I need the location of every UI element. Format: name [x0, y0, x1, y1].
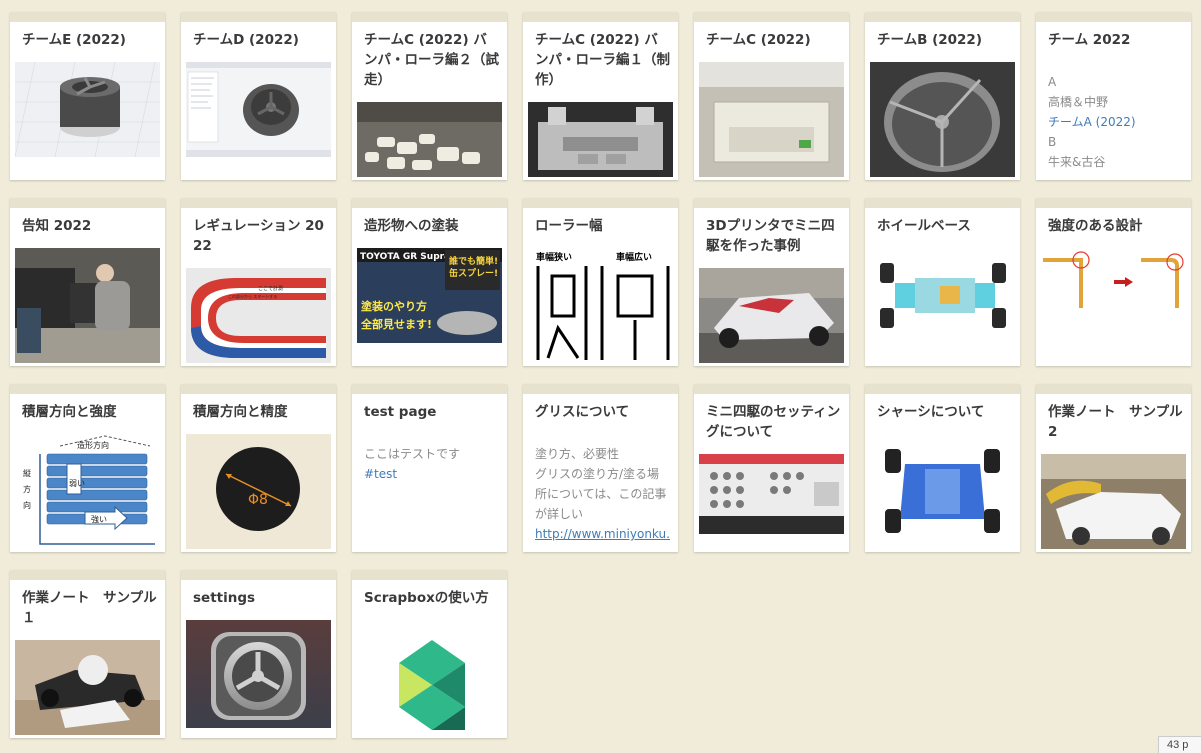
svg-text:強い: 強い	[91, 514, 107, 524]
page-card[interactable]: 作業ノート サンプル１	[10, 570, 165, 738]
page-card[interactable]: test page ここはテストです #test	[352, 384, 507, 552]
svg-text:この部分から スタートする: この部分から スタートする	[228, 293, 277, 299]
page-card-title: 作業ノート サンプル１	[22, 590, 157, 626]
page-card-title: 強度のある設計	[1048, 218, 1143, 234]
page-card[interactable]: チームB (2022)	[865, 12, 1020, 180]
page-card[interactable]: ミニ四駆のセッティングについて	[694, 384, 849, 552]
page-card[interactable]: チームD (2022)	[181, 12, 336, 180]
page-card-title: 3Dプリンタでミニ四駆を作った事例	[706, 218, 835, 254]
page-card-title: チームE (2022)	[22, 32, 126, 48]
page-card[interactable]: 作業ノート サンプル2	[1036, 384, 1191, 552]
page-card[interactable]: グリスについて 塗り方、必要性 グリスの塗り方/塗る場所については、この記事が詳…	[523, 384, 678, 552]
page-card[interactable]: ローラー幅 車幅狭い 車幅広い	[523, 198, 678, 366]
svg-text:造形方向: 造形方向	[77, 440, 109, 450]
page-card[interactable]: チームE (2022)	[10, 12, 165, 180]
page-card-title: チームB (2022)	[877, 32, 982, 48]
page-card[interactable]: チーム 2022 A 高橋＆中野 チームA (2022) B 牛来&古谷	[1036, 12, 1191, 180]
page-card[interactable]: 強度のある設計	[1036, 198, 1191, 366]
page-card[interactable]: 告知 2022	[10, 198, 165, 366]
page-count-badge: 43 p	[1158, 736, 1201, 753]
page-card-thumbnail	[357, 102, 502, 177]
svg-text:誰でも簡単!: 誰でも簡単!	[449, 255, 498, 267]
page-card-thumbnail	[15, 248, 160, 363]
external-link[interactable]: http://www.miniyonku.n	[535, 524, 670, 544]
page-card[interactable]: 積層方向と精度 Φ8	[181, 384, 336, 552]
page-card[interactable]: チームC (2022) バンパ・ローラ編２（試走）	[352, 12, 507, 180]
page-card-title: チームC (2022)	[706, 32, 811, 48]
desc-line: 牛来&古谷	[1048, 155, 1106, 169]
page-link[interactable]: チームA (2022)	[1048, 112, 1183, 132]
page-card-title: シャーシについて	[877, 404, 985, 420]
page-card-thumbnail	[699, 454, 844, 534]
page-card-thumbnail	[528, 102, 673, 177]
desc-line: ここはテストです	[364, 447, 461, 461]
page-card[interactable]: チームC (2022)	[694, 12, 849, 180]
page-card-thumbnail: Φ8	[186, 434, 331, 549]
svg-text:車幅広い: 車幅広い	[616, 251, 652, 263]
page-card-title: ホイールベース	[877, 218, 971, 234]
page-card-thumbnail	[699, 268, 844, 363]
svg-text:弱い: 弱い	[69, 479, 85, 488]
page-card-title: グリスについて	[535, 404, 630, 420]
page-card[interactable]: 造形物への塗装 TOYOTA GR Supra 誰でも簡単! 缶スプレー! 塗装…	[352, 198, 507, 366]
page-card-thumbnail	[15, 640, 160, 735]
page-card-thumbnail	[870, 248, 1015, 343]
page-card[interactable]: チームC (2022) バンパ・ローラ編１（制作）	[523, 12, 678, 180]
page-card-thumbnail	[186, 620, 331, 728]
hashtag-link[interactable]: #test	[364, 464, 499, 484]
desc-line: 塗り方、必要性	[535, 447, 620, 461]
page-card-description: 塗り方、必要性 グリスの塗り方/塗る場所については、この記事が詳しい http:…	[535, 444, 670, 544]
page-card-thumbnail: 車幅狭い 車幅広い	[528, 248, 673, 363]
page-card[interactable]: 3Dプリンタでミニ四駆を作った事例	[694, 198, 849, 366]
page-card-title: Scrapboxの使い方	[364, 590, 489, 606]
page-card-thumbnail	[1041, 248, 1186, 323]
svg-text:縦: 縦	[23, 468, 31, 478]
svg-text:車幅狭い: 車幅狭い	[536, 251, 572, 263]
page-card[interactable]: 積層方向と強度 造形方向 縦 方 向 弱い 強い	[10, 384, 165, 552]
page-card-thumbnail	[15, 62, 160, 157]
svg-text:方: 方	[23, 484, 31, 494]
page-card-title: settings	[193, 590, 256, 606]
svg-text:Φ8: Φ8	[248, 492, 268, 508]
page-card-thumbnail	[1041, 454, 1186, 549]
page-card[interactable]: ホイールベース	[865, 198, 1020, 366]
page-card-title: 告知 2022	[22, 218, 92, 234]
page-card-description: ここはテストです #test	[364, 444, 499, 484]
svg-text:塗装のやり方: 塗装のやり方	[361, 299, 427, 313]
page-card-thumbnail: 造形方向 縦 方 向 弱い 強い	[15, 434, 160, 549]
page-card-title: test page	[364, 404, 437, 420]
page-card-title: チームD (2022)	[193, 32, 299, 48]
page-card-title: 造形物への塗装	[364, 218, 459, 234]
desc-line: 高橋＆中野	[1048, 95, 1109, 109]
page-card-title: 積層方向と精度	[193, 404, 288, 420]
desc-line: A	[1048, 75, 1057, 89]
page-card[interactable]: レギュレーション 2022 ここで計測 この部分から スタートする	[181, 198, 336, 366]
desc-line: グリスの塗り方/塗る場所については、この記事が詳しい	[535, 467, 667, 521]
page-card-thumbnail	[870, 62, 1015, 177]
page-card-title: チーム 2022	[1048, 32, 1131, 48]
page-card-thumbnail	[186, 62, 331, 157]
page-card-title: ミニ四駆のセッティングについて	[706, 404, 841, 440]
page-card-title: 積層方向と強度	[22, 404, 117, 420]
page-card-title: ローラー幅	[535, 218, 603, 234]
page-card-description: A 高橋＆中野 チームA (2022) B 牛来&古谷	[1048, 72, 1183, 172]
svg-text:全部見せます!: 全部見せます!	[360, 317, 432, 331]
page-card-thumbnail: ここで計測 この部分から スタートする	[186, 268, 331, 363]
page-card-thumbnail	[870, 434, 1015, 549]
page-card[interactable]: シャーシについて	[865, 384, 1020, 552]
page-card[interactable]: settings	[181, 570, 336, 738]
page-card-thumbnail: TOYOTA GR Supra 誰でも簡単! 缶スプレー! 塗装のやり方 全部見…	[357, 248, 502, 343]
page-card[interactable]: Scrapboxの使い方	[352, 570, 507, 738]
svg-text:TOYOTA GR Supra: TOYOTA GR Supra	[360, 252, 450, 262]
page-card-title: レギュレーション 2022	[193, 218, 324, 254]
desc-line: B	[1048, 135, 1057, 149]
page-card-title: チームC (2022) バンパ・ローラ編１（制作）	[535, 32, 670, 88]
svg-text:ここで計測: ここで計測	[258, 285, 283, 292]
svg-text:缶スプレー!: 缶スプレー!	[449, 267, 498, 279]
page-card-title: チームC (2022) バンパ・ローラ編２（試走）	[364, 32, 499, 88]
page-card-thumbnail	[357, 635, 502, 738]
svg-text:向: 向	[23, 500, 31, 510]
page-card-title: 作業ノート サンプル2	[1048, 404, 1183, 440]
page-card-thumbnail	[699, 62, 844, 177]
